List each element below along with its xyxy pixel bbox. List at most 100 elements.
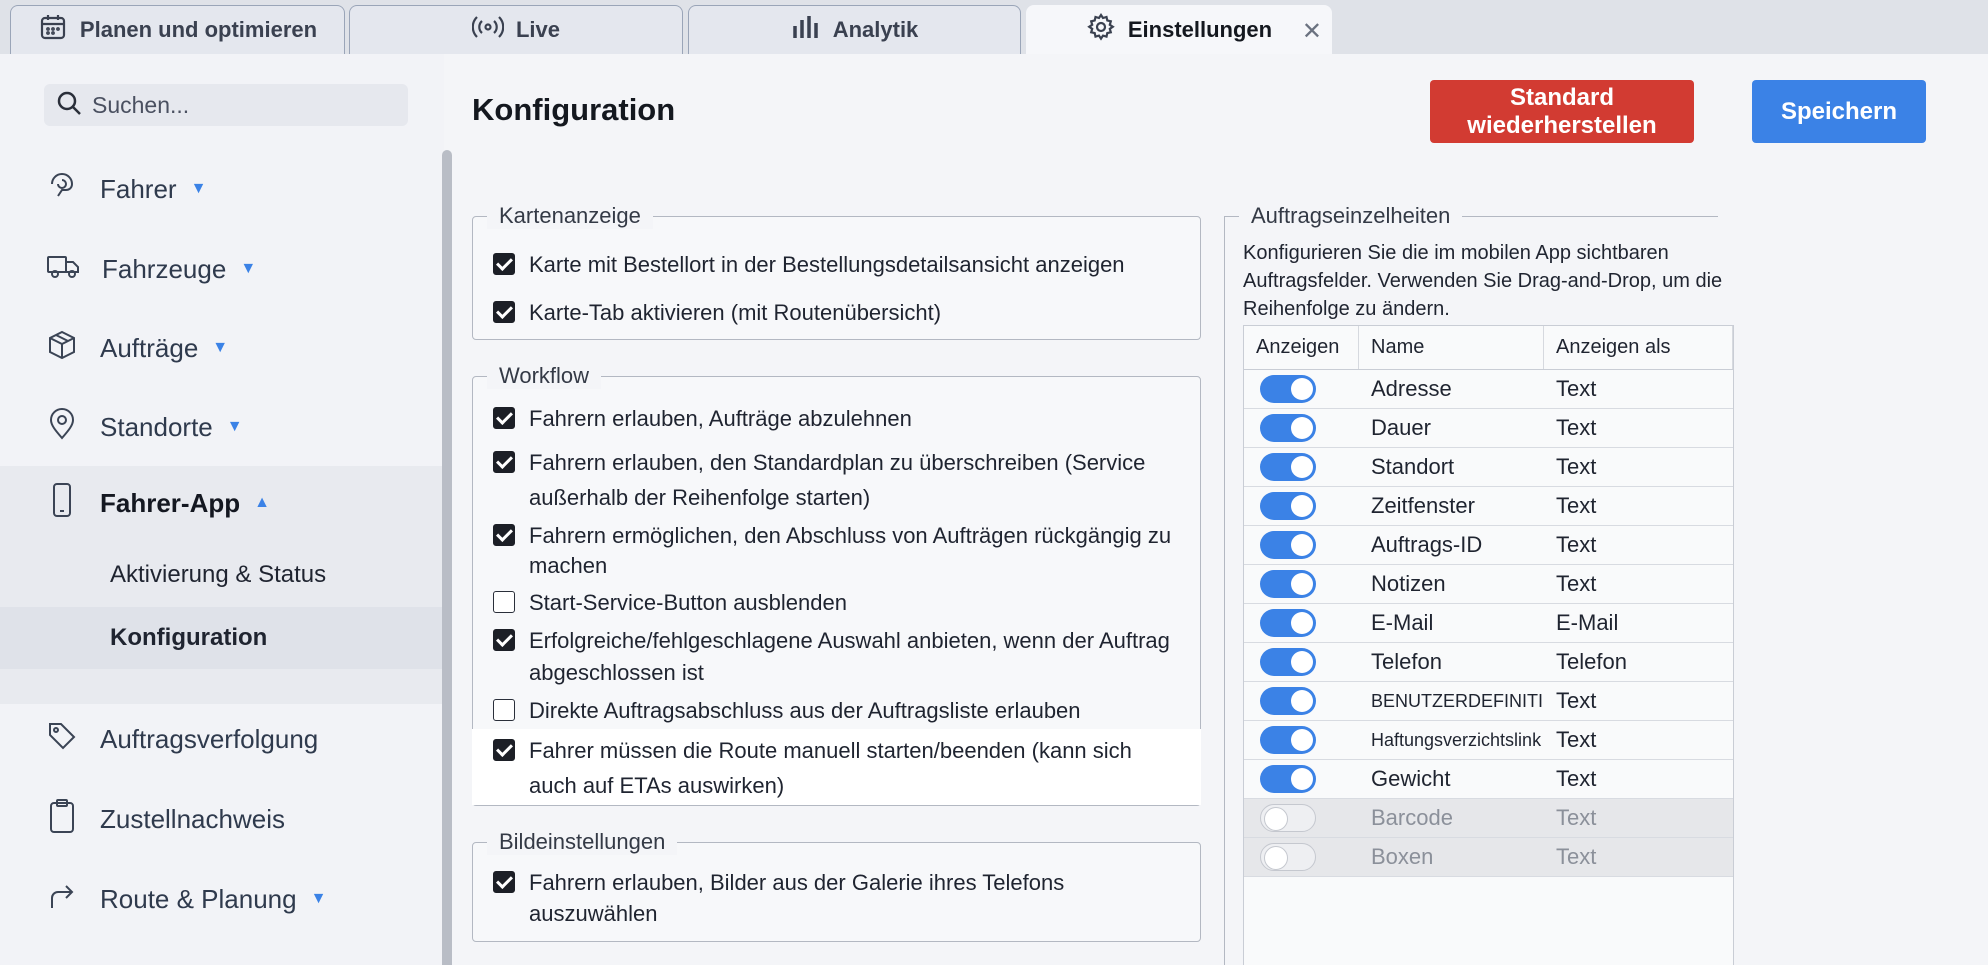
visibility-toggle[interactable] <box>1260 765 1316 793</box>
visibility-toggle[interactable] <box>1260 609 1316 637</box>
toggle-cell <box>1244 414 1359 442</box>
checkbox-direkter-abschluss[interactable]: Direkte Auftragsabschluss aus der Auftra… <box>493 693 1183 728</box>
phone-icon <box>46 482 78 525</box>
visibility-toggle[interactable] <box>1260 492 1316 520</box>
table-row[interactable]: Telefon Telefon <box>1244 643 1733 682</box>
box-icon <box>46 329 78 368</box>
tab-label: Analytik <box>832 17 919 42</box>
table-row[interactable]: Zeitfenster Text <box>1244 487 1733 526</box>
field-display-type: Text <box>1556 532 1597 557</box>
table-row[interactable]: BENUTZERDEFINITI... Text <box>1244 682 1733 721</box>
close-icon[interactable]: ✕ <box>1302 17 1322 46</box>
table-row[interactable]: Auftrags-ID Text <box>1244 526 1733 565</box>
checkbox-label: Karte-Tab aktivieren (mit Routenübersich… <box>529 300 942 325</box>
workflow-group: Workflow Fahrern erlauben, Aufträge abzu… <box>472 363 1201 806</box>
checkbox-erfolgreich-fehlgeschlagen[interactable]: Erfolgreiche/fehlgeschlagene Auswahl anb… <box>493 625 1183 689</box>
table-header: Anzeigen Name Anzeigen als <box>1244 326 1733 370</box>
search-box[interactable] <box>44 84 408 126</box>
table-row[interactable]: Haftungsverzichtslink Text <box>1244 721 1733 760</box>
sidebar-item-fahrzeuge[interactable]: Fahrzeuge ▼ <box>0 238 444 300</box>
fields-table: Anzeigen Name Anzeigen als Adresse Text Da… <box>1243 325 1734 965</box>
sidebar-item-label: Route & Planung <box>100 883 297 914</box>
visibility-toggle[interactable] <box>1260 375 1316 403</box>
table-body: Adresse Text Dauer Text Standort Text Zeitfens… <box>1244 370 1733 877</box>
tab-live[interactable]: Live <box>349 5 683 54</box>
table-row[interactable]: Gewicht Text <box>1244 760 1733 799</box>
driver-icon <box>46 170 78 209</box>
visibility-toggle[interactable] <box>1260 414 1316 442</box>
checkbox[interactable] <box>493 253 515 275</box>
checkbox[interactable] <box>493 629 515 651</box>
toggle-cell <box>1244 570 1359 598</box>
sidebar-item-fahrer[interactable]: Fahrer ▼ <box>0 158 444 220</box>
checkbox[interactable] <box>493 301 515 323</box>
checkbox[interactable] <box>493 524 515 546</box>
location-pin-icon <box>46 407 78 448</box>
table-row[interactable]: Dauer Text <box>1244 409 1733 448</box>
table-row[interactable]: E-Mail E-Mail <box>1244 604 1733 643</box>
table-row[interactable]: Notizen Text <box>1244 565 1733 604</box>
restore-defaults-button[interactable]: Standard wiederherstellen <box>1430 80 1694 143</box>
tab-label: Live <box>515 17 561 42</box>
checkbox-abschluss-rueckgaengig[interactable]: Fahrern ermöglichen, den Abschluss von A… <box>493 521 1183 581</box>
checkbox[interactable] <box>493 451 515 473</box>
visibility-toggle[interactable] <box>1260 804 1316 832</box>
sidebar-subitem-aktivierung[interactable]: Aktivierung & Status <box>0 544 444 606</box>
checkbox[interactable] <box>493 591 515 613</box>
sidebar: Fahrer ▼ Fahrzeuge ▼ Aufträge ▼ Standort… <box>0 54 444 965</box>
visibility-toggle[interactable] <box>1260 531 1316 559</box>
visibility-toggle[interactable] <box>1260 843 1316 871</box>
checkbox-karte-tab[interactable]: Karte-Tab aktivieren (mit Routenübersich… <box>493 295 941 330</box>
visibility-toggle[interactable] <box>1260 570 1316 598</box>
table-row[interactable]: Standort Text <box>1244 448 1733 487</box>
table-row[interactable]: Barcode Text <box>1244 799 1733 838</box>
visibility-toggle[interactable] <box>1260 726 1316 754</box>
tab-einstellungen[interactable]: Einstellungen ✕ <box>1026 5 1332 54</box>
tab-analytik[interactable]: Analytik <box>688 5 1021 54</box>
visibility-toggle[interactable] <box>1260 687 1316 715</box>
caret-down-icon: ▼ <box>212 339 229 356</box>
table-row[interactable]: Adresse Text <box>1244 370 1733 409</box>
tag-icon <box>46 720 78 759</box>
field-display-type: E-Mail <box>1556 610 1619 635</box>
field-display-type: Text <box>1556 805 1597 830</box>
checkbox[interactable] <box>493 699 515 721</box>
top-tab-bar: Planen und optimieren Live Analytik Eins… <box>0 0 1988 54</box>
page-title: Konfiguration <box>472 92 676 127</box>
checkbox-label: Fahrern erlauben, den Standardplan zu üb… <box>529 450 1146 510</box>
checkbox-bilder-galerie[interactable]: Fahrern erlauben, Bilder aus der Galerie… <box>493 867 1183 929</box>
checkbox-start-service-ausblenden[interactable]: Start-Service-Button ausblenden <box>493 585 1183 620</box>
tab-planen[interactable]: Planen und optimieren <box>10 5 345 54</box>
save-button[interactable]: Speichern <box>1752 80 1926 143</box>
sidebar-scrollbar[interactable] <box>442 150 452 965</box>
checkbox[interactable] <box>493 739 515 761</box>
toggle-cell <box>1244 531 1359 559</box>
tab-label: Einstellungen <box>1127 16 1273 42</box>
sidebar-item-zustellnachweis[interactable]: Zustellnachweis <box>0 788 444 850</box>
checkbox-auftraege-ablehnen[interactable]: Fahrern erlauben, Aufträge abzulehnen <box>493 401 1183 436</box>
checkbox[interactable] <box>493 871 515 893</box>
table-row[interactable]: Boxen Text <box>1244 838 1733 877</box>
sidebar-item-fahrer-app[interactable]: Fahrer-App ▲ <box>0 466 444 540</box>
checkbox-route-manuell[interactable]: Fahrer müssen die Route manuell starten/… <box>493 733 1183 803</box>
sidebar-item-route-planung[interactable]: Route & Planung ▼ <box>0 868 444 930</box>
group-legend: Workflow <box>487 363 602 389</box>
sidebar-item-label: Fahrer <box>100 173 177 204</box>
checkbox-karte-bestellort[interactable]: Karte mit Bestellort in der Bestellungsd… <box>493 247 1125 282</box>
sidebar-item-standorte[interactable]: Standorte ▼ <box>0 396 444 458</box>
checkbox-standardplan-ueberschreiben[interactable]: Fahrern erlauben, den Standardplan zu üb… <box>493 445 1183 515</box>
checkbox[interactable] <box>493 407 515 429</box>
clipboard-icon <box>46 798 78 841</box>
sidebar-item-auftragsverfolgung[interactable]: Auftragsverfolgung <box>0 708 444 770</box>
sidebar-item-auftraege[interactable]: Aufträge ▼ <box>0 317 444 379</box>
field-display-type: Text <box>1556 844 1597 869</box>
toggle-cell <box>1244 765 1359 793</box>
search-input[interactable] <box>92 91 392 119</box>
visibility-toggle[interactable] <box>1260 648 1316 676</box>
field-name: Haftungsverzichtslink <box>1371 729 1542 750</box>
column-header-name: Name <box>1359 326 1544 369</box>
visibility-toggle[interactable] <box>1260 453 1316 481</box>
field-display-type: Text <box>1556 415 1597 440</box>
auftragseinzelheiten-panel: Auftragseinzelheiten Konfigurieren Sie d… <box>1224 203 1734 965</box>
sidebar-subitem-konfiguration[interactable]: Konfiguration <box>0 607 444 669</box>
